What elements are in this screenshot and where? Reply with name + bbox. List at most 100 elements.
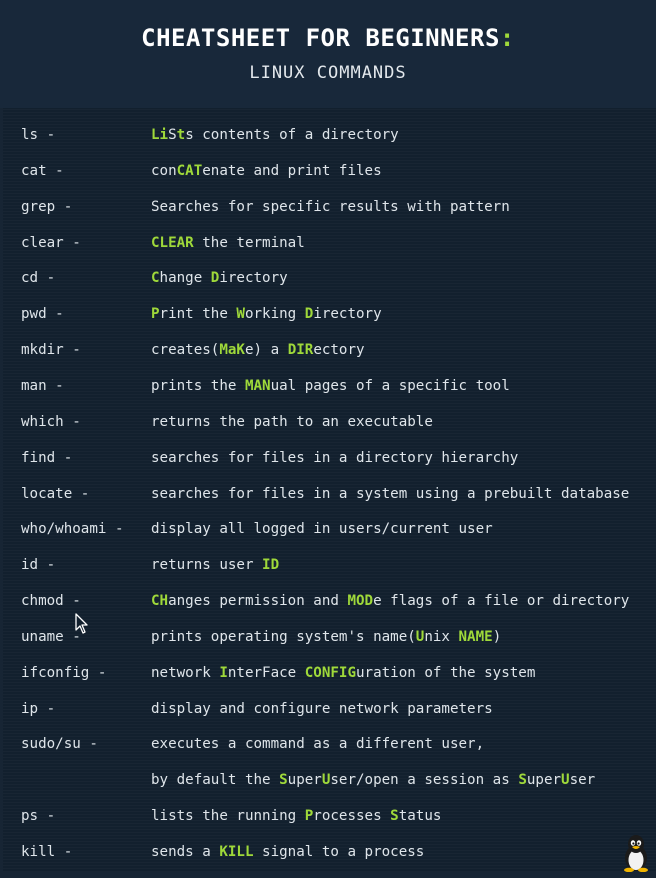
command-name: pwd -: [21, 306, 64, 323]
description-text: rocesses: [313, 808, 391, 825]
description-text: nterFace: [227, 664, 305, 681]
command-row: ifconfig - network InterFace CONFIGuratio…: [3, 663, 656, 699]
header: CHEATSHEET FOR BEGINNERS: LINUX COMMANDS: [0, 0, 656, 108]
highlight-text: CAT: [176, 162, 203, 179]
highlight-text: DIR: [287, 342, 314, 359]
highlight-text: S: [390, 808, 399, 825]
command-description: returns user ID: [151, 555, 279, 575]
command-description: prints the MANual pages of a specific to…: [151, 376, 510, 396]
description-text: anges permission and: [168, 593, 348, 610]
command-row: which - returns the path to an executable: [3, 412, 656, 448]
command-description: lists the running Processes Status: [151, 806, 441, 826]
command-description: network InterFace CONFIGuration of the s…: [151, 663, 535, 683]
command-name: mkdir -: [21, 342, 81, 359]
command-description: display and configure network parameters: [151, 699, 493, 719]
description-text: ): [492, 628, 502, 645]
description-text: returns user: [151, 557, 263, 574]
command-name: id -: [21, 557, 56, 574]
highlight-text: MAN: [244, 377, 271, 394]
command-row: by default the SuperUser/open a session …: [3, 770, 656, 806]
command-name: locate -: [21, 485, 90, 502]
command-row: pwd - Print the Working Directory: [3, 304, 656, 340]
tux-penguin-icon: [624, 835, 648, 872]
command-name: uname -: [21, 628, 81, 645]
command-name: chmod -: [21, 593, 81, 610]
description-text: ual pages of a specific tool: [270, 377, 510, 394]
command-row: id - returns user ID: [3, 555, 656, 591]
description-text: s contents of a directory: [185, 127, 399, 143]
command-description: executes a command as a different user,: [151, 734, 484, 754]
description-text: creates(: [151, 342, 220, 359]
command-row: man - prints the MANual pages of a specif…: [3, 376, 656, 412]
command-row: kill - sends a KILL signal to a process: [3, 842, 656, 878]
command-description: Print the Working Directory: [151, 304, 382, 324]
command-description: CLEAR the terminal: [151, 233, 305, 253]
command-description: display all logged in users/current user: [151, 519, 493, 539]
highlight-text: P: [304, 808, 314, 825]
command-row: ls - LiSts contents of a directory: [3, 125, 656, 161]
description-text: uper: [526, 772, 562, 789]
highlight-text: Li: [151, 127, 169, 143]
description-text: tatus: [398, 808, 442, 825]
command-name: find -: [21, 449, 73, 466]
highlight-text: ID: [262, 557, 280, 574]
description-text: ectory: [313, 342, 365, 359]
description-text: display all logged in users/current user: [151, 521, 493, 538]
description-text: executes a command as a different user,: [151, 736, 485, 753]
command-description: creates(MaKe) a DIRectory: [151, 340, 365, 360]
description-text: the terminal: [193, 234, 305, 251]
description-text: searches for files in a directory hierar…: [151, 449, 519, 466]
command-row: cd - Change Directory: [3, 268, 656, 304]
description-text: irectory: [313, 306, 382, 323]
description-text: sends a: [151, 844, 220, 860]
command-name: ifconfig -: [21, 664, 107, 681]
description-text: ser: [569, 772, 596, 789]
command-row: uname - prints operating system's name(Un…: [3, 627, 656, 663]
command-description: Change Directory: [151, 268, 288, 288]
command-name: grep -: [21, 198, 73, 215]
command-row: mkdir - creates(MaKe) a DIRectory: [3, 340, 656, 376]
description-text: orking: [244, 306, 305, 323]
command-name: man -: [21, 377, 64, 394]
title-text: CHEATSHEET FOR BEGINNERS: [141, 24, 500, 52]
command-row: sudo/su - executes a command as a differe…: [3, 734, 656, 770]
command-row: clear - CLEAR the terminal: [3, 233, 656, 269]
page-subtitle: LINUX COMMANDS: [249, 63, 407, 83]
description-text: uper: [287, 772, 322, 789]
description-text: display and configure network parameters: [151, 700, 493, 717]
command-name: who/whoami -: [21, 521, 124, 538]
description-text: Searches for specific results with patte…: [151, 198, 510, 215]
description-text: prints operating system's name(: [151, 628, 416, 645]
highlight-text: S: [518, 772, 527, 789]
highlight-text: t: [176, 127, 186, 143]
highlight-text: NAME: [458, 628, 493, 645]
description-text: e flags of a file or directory: [373, 593, 630, 610]
command-name: clear -: [21, 234, 81, 251]
command-description: prints operating system's name(Unix NAME…: [151, 627, 501, 647]
highlight-text: KILL: [219, 844, 254, 860]
highlight-text: CONFIG: [304, 664, 357, 681]
command-description: Searches for specific results with patte…: [151, 197, 510, 217]
mouse-pointer-icon: [75, 613, 88, 634]
command-name: cd -: [21, 270, 56, 287]
highlight-text: MaK: [219, 342, 245, 359]
description-text: hange: [159, 270, 211, 287]
command-description: LiSts contents of a directory: [151, 125, 399, 145]
command-name: which -: [21, 413, 81, 430]
description-text: prints the: [151, 377, 245, 394]
command-description: CHanges permission and MODe flags of a f…: [151, 591, 629, 611]
description-text: con: [151, 162, 177, 179]
description-text: S: [168, 127, 177, 143]
highlight-text: S: [279, 772, 288, 789]
command-description: returns the path to an executable: [151, 412, 433, 432]
page-title: CHEATSHEET FOR BEGINNERS:: [0, 24, 656, 52]
command-name: kill -: [21, 844, 73, 860]
command-row: cat - conCATenate and print files: [3, 161, 656, 197]
highlight-text: I: [219, 664, 228, 681]
description-text: enate and print files: [202, 162, 382, 179]
highlight-text: CH: [151, 593, 169, 610]
command-name: sudo/su -: [21, 736, 98, 753]
description-text: irectory: [219, 270, 288, 287]
command-description: sends a KILL signal to a process: [151, 842, 424, 862]
command-row: find - searches for files in a directory …: [3, 448, 656, 484]
